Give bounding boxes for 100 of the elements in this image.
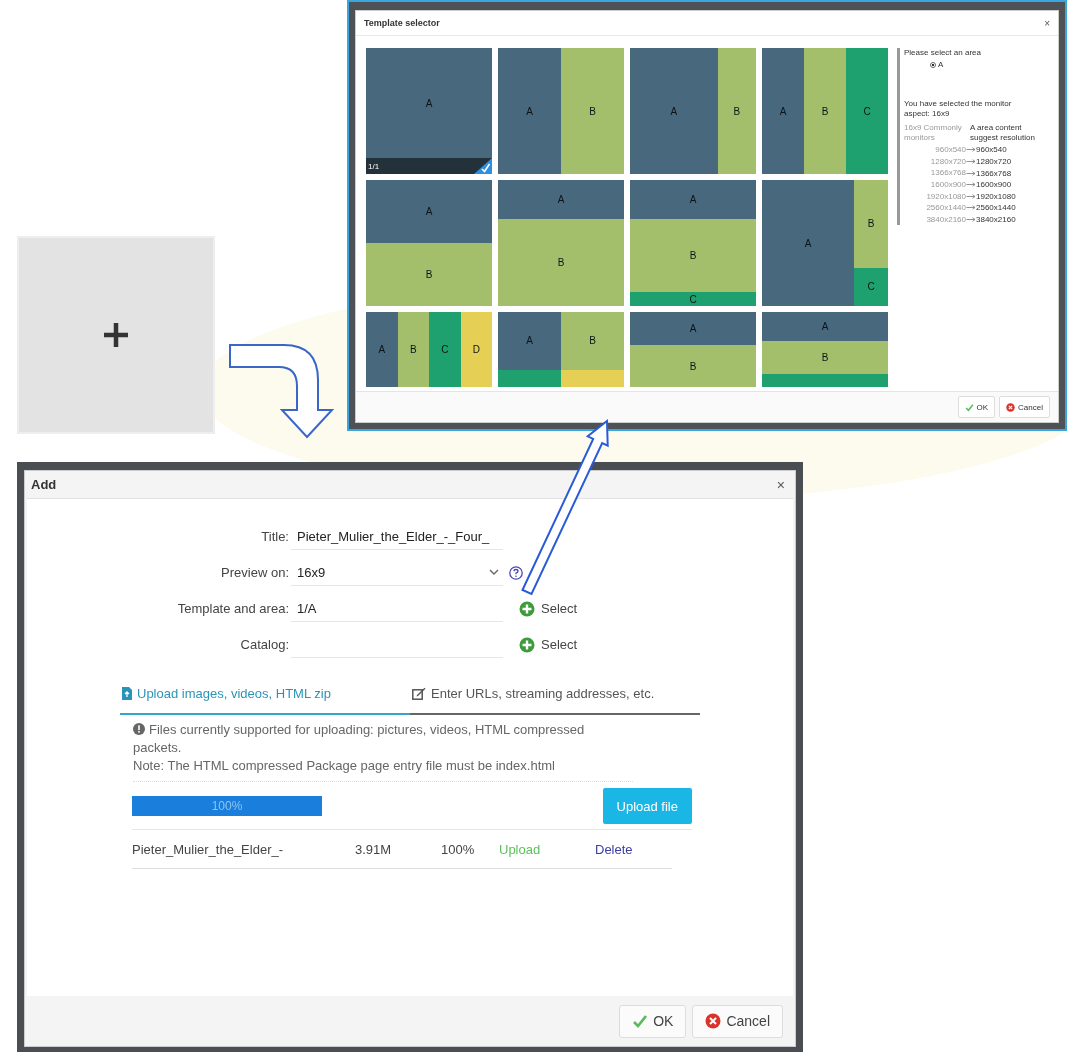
monitor-resolution: 1366x768 <box>929 167 966 179</box>
template-tile[interactable]: A B <box>630 48 756 174</box>
select-button[interactable]: Select <box>519 600 578 617</box>
dialog-title: Add <box>31 477 57 492</box>
layout-area[interactable]: B <box>561 48 624 174</box>
column-header: A area content suggest resolution <box>970 123 1036 143</box>
template-number: 1/1 <box>368 161 380 171</box>
file-size: 3.91M <box>355 841 393 857</box>
area-label: B <box>409 344 417 355</box>
layout-area[interactable]: B <box>630 345 756 387</box>
ok-button[interactable]: OK <box>619 1004 687 1038</box>
field-label: Template and area: <box>176 601 290 616</box>
arrow-right-icon <box>966 205 976 211</box>
area-label: B <box>821 105 829 117</box>
plus-icon <box>102 321 130 349</box>
suggested-resolution: 1920x1080 <box>976 191 1017 201</box>
template-tile[interactable]: A B <box>630 312 756 387</box>
column-header: 16x9 Commonly monitors <box>904 123 963 143</box>
area-label: C <box>441 344 449 355</box>
monitor-resolution: 2560x1440 <box>925 202 966 214</box>
layout-area[interactable]: C <box>630 292 756 306</box>
tab[interactable]: Upload images, videos, HTML zip <box>120 682 410 715</box>
area-label: A <box>670 105 678 117</box>
layout-area[interactable]: B <box>717 48 756 174</box>
cancel-icon <box>705 1013 722 1029</box>
layout-area[interactable]: B <box>854 180 888 268</box>
area-label: A <box>779 105 787 117</box>
arrow-right-icon <box>966 159 976 165</box>
window-title: Template selector <box>364 18 440 28</box>
area-label: B <box>425 269 433 280</box>
field-label: Preview on: <box>220 565 290 580</box>
layout-area[interactable]: B <box>804 48 846 174</box>
suggested-resolution: 3840x2160 <box>976 215 1017 225</box>
file-status: Upload <box>499 841 542 857</box>
radio-label: A <box>938 60 944 69</box>
arrow-right-icon <box>966 217 976 223</box>
area-label: A <box>557 194 565 206</box>
layout-area[interactable]: B <box>366 243 492 306</box>
template-tile[interactable]: A B C <box>762 180 888 306</box>
area-label: A <box>425 206 433 217</box>
layout-area[interactable]: C <box>846 48 888 174</box>
template-tile[interactable]: A B C <box>762 48 888 174</box>
tab[interactable]: Enter URLs, streaming addresses, etc. <box>410 682 700 715</box>
area-label: A <box>689 323 697 335</box>
layout-area[interactable]: B <box>561 312 624 370</box>
radio-button[interactable] <box>930 61 936 68</box>
area-label: C <box>867 281 875 293</box>
template-tile[interactable]: A B <box>498 180 624 306</box>
template-tile[interactable]: A B <box>498 48 624 174</box>
cancel-icon <box>1006 402 1016 412</box>
text-field[interactable]: Pieter_Mulier_the_Elder_-_Four_ <box>291 523 503 550</box>
template-tile[interactable]: A B C D <box>366 312 492 387</box>
ok-button[interactable]: OK <box>957 396 996 418</box>
area-label: B <box>689 250 697 262</box>
suggested-resolution: 1366x768 <box>976 168 1013 178</box>
layout-area[interactable]: B <box>762 341 888 374</box>
arrow-right-icon <box>966 170 976 176</box>
area-label: B <box>821 352 829 364</box>
suggested-resolution: 2560x1440 <box>976 203 1017 213</box>
area-label: A <box>821 321 829 333</box>
template-tile[interactable]: A B <box>498 312 624 387</box>
template-tile[interactable]: A 1/1 <box>366 48 492 174</box>
arrow-right-icon <box>966 147 976 153</box>
layout-area[interactable]: C <box>429 312 461 387</box>
area-label: B <box>589 335 596 347</box>
layout-area[interactable]: B <box>397 312 429 387</box>
cancel-button[interactable]: Cancel <box>692 1004 783 1038</box>
text-field[interactable]: 1/A <box>291 595 503 622</box>
close-button[interactable]: × <box>1044 17 1050 29</box>
plus-icon <box>519 636 535 653</box>
add-tile[interactable] <box>17 236 215 434</box>
select-button[interactable]: Select <box>519 636 578 653</box>
arrow-right-icon <box>966 182 976 188</box>
note-text: Note: The HTML compressed Package page entry file must be index.html <box>133 757 556 775</box>
area-label: B <box>867 218 875 230</box>
template-tile[interactable]: A B <box>366 180 492 306</box>
delete-link[interactable]: Delete <box>595 841 675 857</box>
suggested-resolution: 1600x900 <box>976 180 1013 190</box>
layout-area[interactable]: D <box>460 312 492 387</box>
progress-reading: 100% <box>210 798 244 815</box>
info-text: Files currently supported for uploading: pictures, videos, HTML compressed packets. <box>133 721 586 757</box>
select-field[interactable]: 16x9 <box>291 559 503 586</box>
monitor-resolution: 960x540 <box>934 144 966 156</box>
monitor-resolution: 1600x900 <box>929 178 966 191</box>
monitor-resolution: 3840x2160 <box>925 213 966 226</box>
suggested-resolution: 1280x720 <box>976 157 1013 167</box>
layout-area[interactable]: C <box>854 267 888 306</box>
help-icon[interactable] <box>509 565 523 580</box>
cancel-button[interactable]: Cancel <box>999 396 1050 418</box>
field-label: Catalog: <box>239 637 290 652</box>
chevron-down-icon <box>489 569 499 575</box>
arrow-right-icon <box>966 193 976 199</box>
template-tile[interactable]: A B C <box>630 180 756 306</box>
template-tile[interactable]: A B <box>762 312 888 387</box>
check-icon <box>632 1013 649 1029</box>
layout-area[interactable]: B <box>498 219 624 306</box>
close-button[interactable]: × <box>776 476 785 493</box>
selected-check-icon <box>474 158 492 174</box>
layout-area[interactable]: B <box>630 219 756 293</box>
plus-icon <box>519 600 535 617</box>
